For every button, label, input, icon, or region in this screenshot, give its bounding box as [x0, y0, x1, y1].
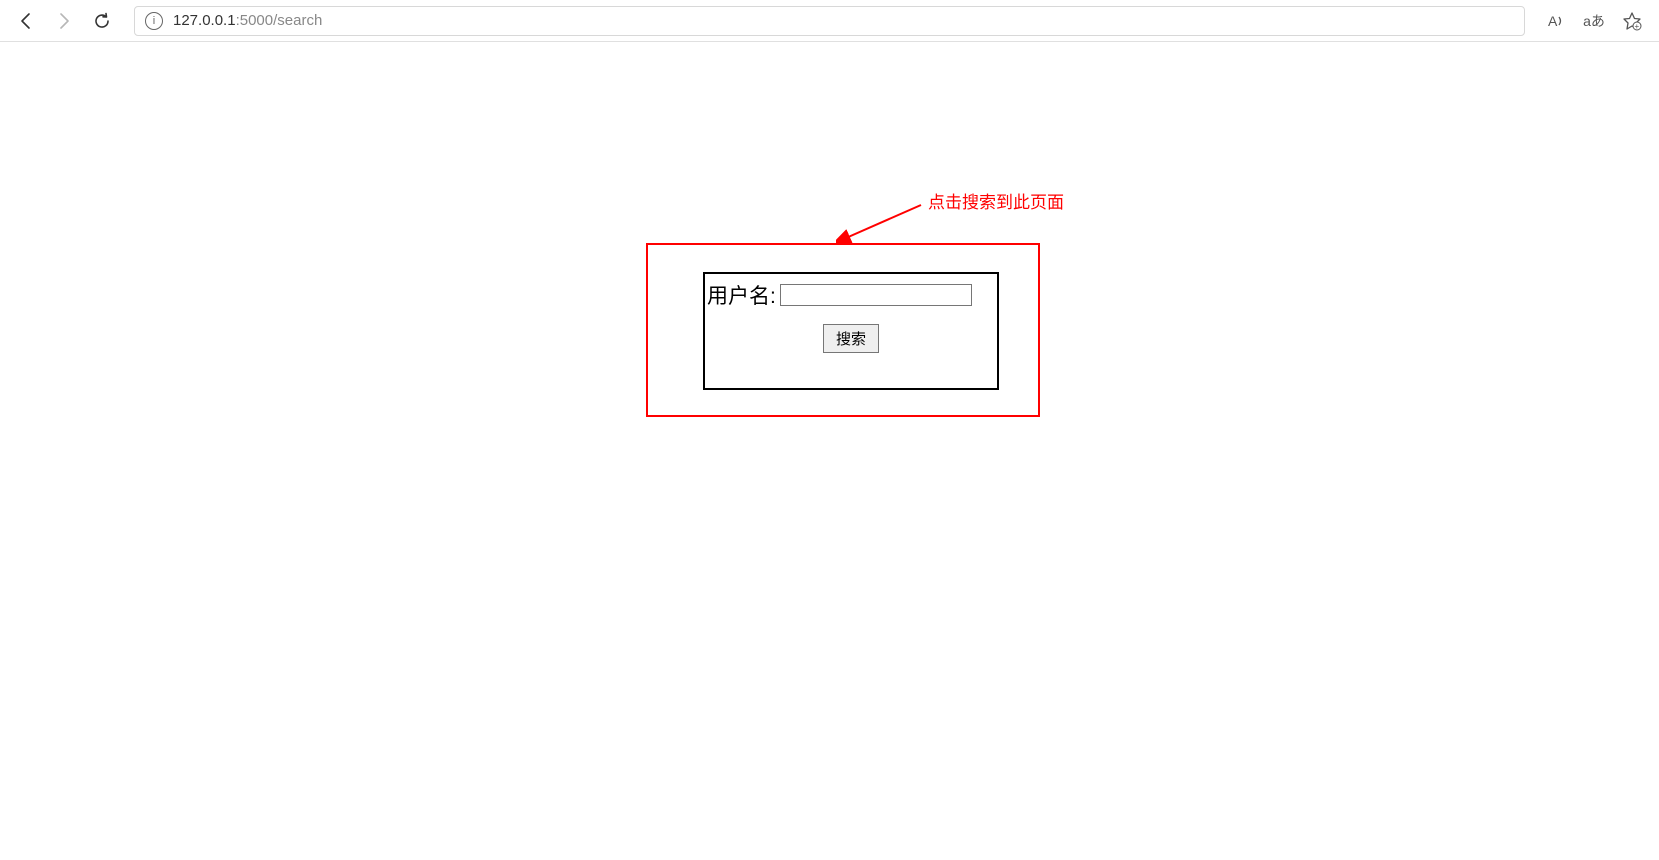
- svg-text:A: A: [1548, 13, 1558, 29]
- browser-toolbar: i 127.0.0.1:5000/search A aあ +: [0, 0, 1659, 42]
- back-button[interactable]: [16, 11, 36, 31]
- favorites-icon[interactable]: +: [1621, 10, 1643, 32]
- username-row: 用户名:: [705, 280, 997, 310]
- refresh-button[interactable]: [92, 11, 112, 31]
- username-label: 用户名:: [707, 280, 776, 310]
- forward-icon: [54, 11, 74, 31]
- search-button[interactable]: 搜索: [823, 324, 879, 353]
- page-content: 点击搜索到此页面 用户名: 搜索: [0, 42, 1659, 860]
- url-path: :5000/search: [236, 12, 323, 29]
- read-aloud-icon[interactable]: A: [1545, 10, 1567, 32]
- translate-icon[interactable]: aあ: [1583, 10, 1605, 32]
- url-host: 127.0.0.1: [173, 12, 236, 29]
- address-bar[interactable]: i 127.0.0.1:5000/search: [134, 6, 1525, 36]
- refresh-icon: [92, 11, 112, 31]
- search-form: 用户名: 搜索: [703, 272, 999, 390]
- url-text: 127.0.0.1:5000/search: [173, 12, 322, 29]
- nav-buttons: [10, 11, 112, 31]
- toolbar-right: A aあ +: [1545, 10, 1649, 32]
- info-icon[interactable]: i: [145, 12, 163, 30]
- annotation-text: 点击搜索到此页面: [928, 188, 1064, 213]
- svg-text:+: +: [1635, 22, 1640, 31]
- back-icon: [16, 11, 36, 31]
- username-input[interactable]: [780, 284, 972, 306]
- button-row: 搜索: [705, 324, 997, 353]
- forward-button[interactable]: [54, 11, 74, 31]
